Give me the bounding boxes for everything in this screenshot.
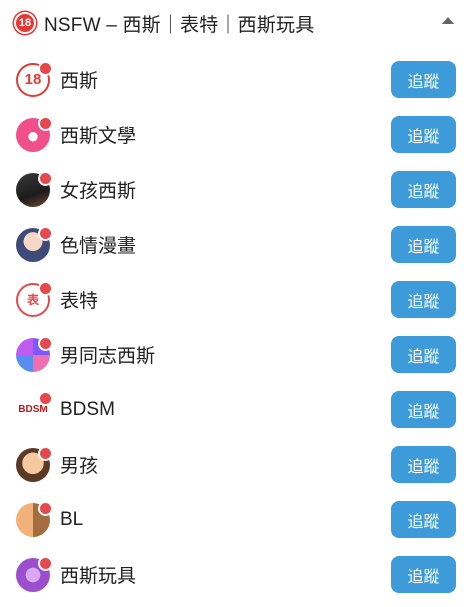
board-row[interactable]: 男孩 追蹤 (0, 437, 474, 492)
avatar[interactable]: 18 (16, 60, 53, 97)
notification-dot (38, 445, 53, 461)
avatar[interactable] (16, 555, 53, 592)
avatar[interactable]: BDSM (16, 390, 53, 427)
collapse-arrow-icon[interactable] (442, 17, 454, 24)
avatar[interactable] (16, 115, 53, 152)
notification-dot (38, 500, 53, 516)
board-row[interactable]: 男同志西斯 追蹤 (0, 327, 474, 382)
board-row[interactable]: 女孩西斯 追蹤 (0, 162, 474, 217)
avatar[interactable] (16, 500, 53, 537)
notification-dot (38, 225, 53, 241)
board-name[interactable]: BL (60, 509, 83, 531)
notification-dot (38, 60, 53, 76)
follow-button[interactable]: 追蹤 (391, 61, 456, 98)
follow-button[interactable]: 追蹤 (391, 116, 456, 153)
follow-button[interactable]: 追蹤 (391, 336, 456, 373)
follow-button[interactable]: 追蹤 (391, 226, 456, 263)
notification-dot (38, 390, 53, 406)
avatar[interactable]: 表 (16, 280, 53, 317)
eighteen-plus-icon: 18 (14, 12, 36, 34)
group-title: NSFW – 西斯｜表特｜西斯玩具 (44, 14, 315, 36)
board-name[interactable]: 男孩 (60, 451, 98, 478)
follow-button[interactable]: 追蹤 (391, 501, 456, 538)
board-name[interactable]: 色情漫畫 (60, 231, 136, 258)
follow-button[interactable]: 追蹤 (391, 556, 456, 593)
board-name[interactable]: 西斯 (60, 66, 98, 93)
board-row[interactable]: BDSM BDSM 追蹤 (0, 382, 474, 437)
board-name[interactable]: BDSM (60, 399, 115, 421)
board-row[interactable]: 18 西斯 追蹤 (0, 52, 474, 107)
board-row[interactable]: 西斯文學 追蹤 (0, 107, 474, 162)
board-group-header[interactable]: 18 NSFW – 西斯｜表特｜西斯玩具 (0, 0, 474, 46)
follow-button[interactable]: 追蹤 (391, 281, 456, 318)
board-name[interactable]: 西斯玩具 (60, 561, 136, 588)
board-name[interactable]: 西斯文學 (60, 121, 136, 148)
notification-dot (38, 115, 53, 131)
notification-dot (38, 280, 53, 296)
avatar[interactable] (16, 225, 53, 262)
board-row[interactable]: 表 表特 追蹤 (0, 272, 474, 327)
avatar[interactable] (16, 170, 53, 207)
board-name[interactable]: 表特 (60, 286, 98, 313)
follow-button[interactable]: 追蹤 (391, 446, 456, 483)
avatar[interactable] (16, 335, 53, 372)
follow-button[interactable]: 追蹤 (391, 391, 456, 428)
avatar[interactable] (16, 445, 53, 482)
board-row[interactable]: 西斯玩具 追蹤 (0, 547, 474, 602)
board-name[interactable]: 女孩西斯 (60, 176, 136, 203)
board-row[interactable]: BL 追蹤 (0, 492, 474, 547)
board-row[interactable]: 色情漫畫 追蹤 (0, 217, 474, 272)
notification-dot (38, 335, 53, 351)
board-list: 18 西斯 追蹤 西斯文學 追蹤 女孩西斯 追蹤 色情漫畫 追蹤 表 表特 追蹤… (0, 52, 474, 602)
board-name[interactable]: 男同志西斯 (60, 341, 155, 368)
notification-dot (38, 555, 53, 571)
notification-dot (38, 170, 53, 186)
follow-button[interactable]: 追蹤 (391, 171, 456, 208)
